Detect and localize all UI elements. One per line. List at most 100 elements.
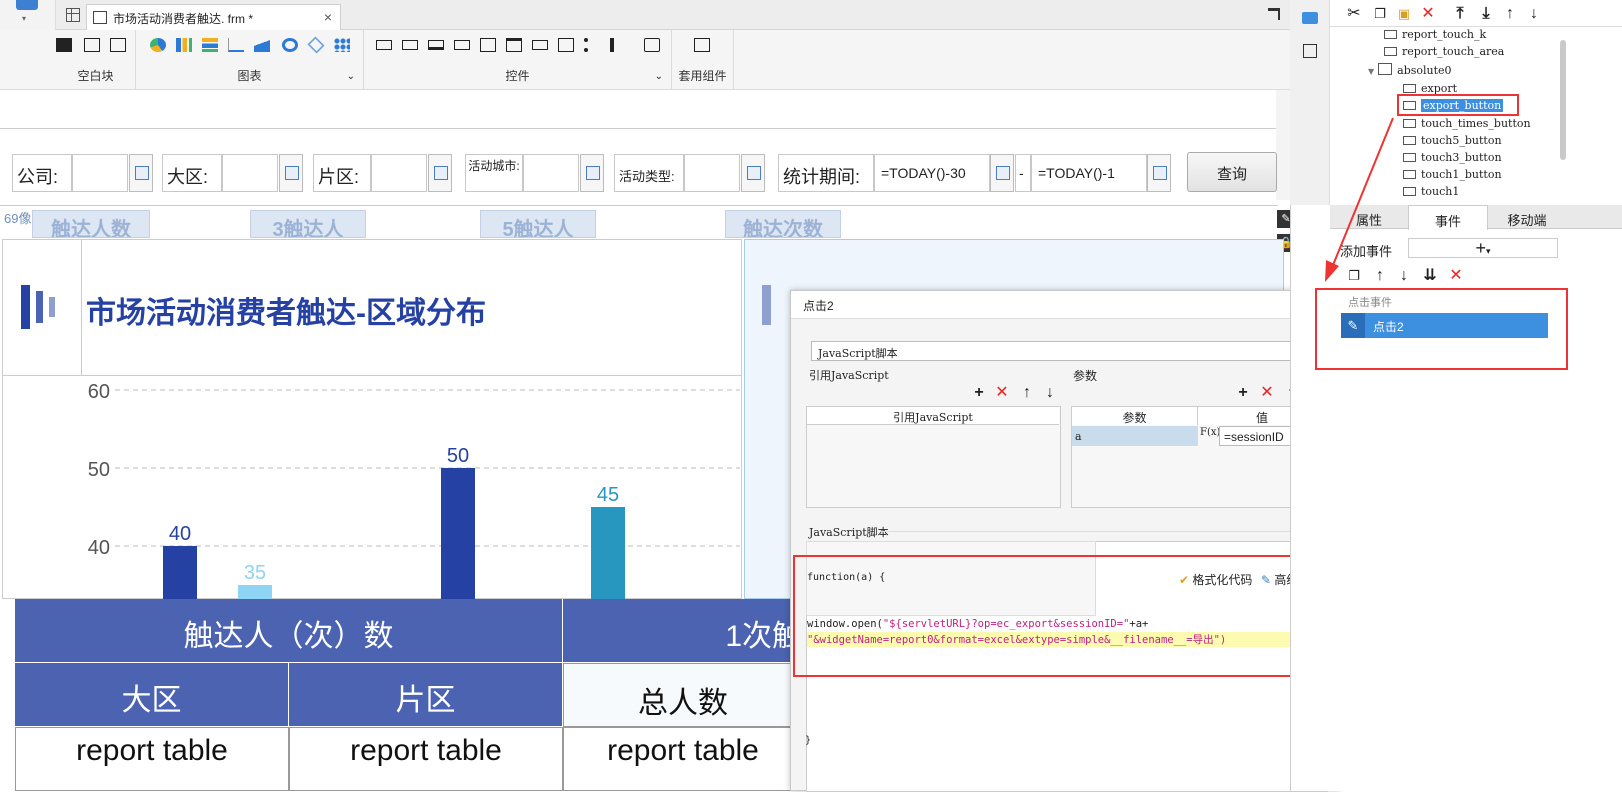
canvas-separator	[0, 205, 1278, 206]
tab-pill-touch-times[interactable]: 触达次数	[725, 210, 841, 238]
js-section-label: JavaScript脚本	[809, 526, 889, 539]
city-combo[interactable]	[523, 154, 579, 192]
component-icon[interactable]	[694, 38, 710, 52]
copy-icon[interactable]: ❐	[1372, 6, 1388, 22]
table-layout-icon[interactable]	[110, 38, 126, 52]
bar-chart-icon[interactable]	[176, 38, 192, 52]
line-chart-icon[interactable]	[228, 38, 244, 52]
horizontal-bar-icon[interactable]	[202, 38, 218, 52]
tab-mobile[interactable]: 移动端	[1488, 205, 1566, 229]
tab-pill-touch3[interactable]: 3触达人	[250, 210, 366, 238]
end-date-field[interactable]: =TODAY()-1	[1031, 154, 1147, 192]
y-tick-label: 60	[88, 381, 110, 403]
tab-pill-touch5[interactable]: 5触达人	[480, 210, 596, 238]
delete-icon[interactable]: ✕	[1259, 385, 1275, 401]
cut-icon[interactable]: ✂	[1346, 6, 1362, 22]
area-combo-button[interactable]	[428, 154, 452, 192]
region-label: 大区:	[162, 154, 222, 192]
delete-icon[interactable]: ✕	[1420, 6, 1436, 22]
area-combo[interactable]	[371, 154, 427, 192]
activity-type-combo-button[interactable]	[741, 154, 765, 192]
script-type-select[interactable]: JavaScript脚本	[811, 341, 1321, 361]
title-bar-icon-2	[762, 285, 771, 325]
city-combo-button[interactable]	[580, 154, 604, 192]
add-icon[interactable]: +	[1235, 385, 1251, 401]
search-widget-icon[interactable]	[644, 38, 660, 52]
move-up-icon[interactable]: ↑	[1502, 6, 1518, 22]
radio-widget-icon[interactable]	[584, 38, 600, 52]
data-label: 50	[447, 445, 469, 467]
company-combo[interactable]	[72, 154, 128, 192]
start-calendar-button[interactable]	[990, 154, 1014, 192]
scatter-icon[interactable]	[334, 38, 350, 52]
date-widget-icon[interactable]	[506, 38, 522, 52]
blank-block-group: 空白块	[56, 30, 136, 90]
grid-icon[interactable]	[66, 8, 80, 22]
delete-icon[interactable]: ✕	[994, 385, 1010, 401]
text-widget-icon[interactable]	[428, 40, 444, 50]
tree-scrollbar[interactable]	[1560, 40, 1566, 160]
area-label: 片区:	[313, 154, 371, 192]
pie-chart-icon[interactable]	[150, 38, 166, 52]
button-widget-icon[interactable]	[376, 40, 392, 50]
list-widget-icon[interactable]	[480, 38, 496, 52]
bar	[163, 546, 197, 600]
number-widget-icon[interactable]	[532, 40, 548, 50]
move-down-icon[interactable]: ↓	[1042, 385, 1058, 401]
bar	[238, 585, 272, 600]
region-combo-button[interactable]	[279, 154, 303, 192]
move-up-icon[interactable]: ↑	[1019, 385, 1035, 401]
tab-title: 市场活动消费者触达. frm *	[113, 12, 253, 26]
absolute-layout-icon[interactable]	[56, 38, 72, 52]
move-down-icon[interactable]: ↓	[1526, 6, 1542, 22]
formula-icon[interactable]: F(x)	[1200, 427, 1220, 438]
combo-widget-icon[interactable]	[454, 40, 470, 50]
chevron-down-icon[interactable]: ▾	[22, 14, 26, 23]
event-dialog: 点击2 JavaScript脚本 ⌄ 引用JavaScript 参数 + ✕ ↑…	[790, 290, 1340, 792]
widget-settings-icon[interactable]	[1303, 44, 1317, 58]
tree-item-absolute0[interactable]: ▼ absolute0	[1368, 63, 1452, 77]
table-cell-area: report table	[289, 727, 563, 791]
ref-js-label: 引用JavaScript	[809, 369, 889, 382]
split-layout-icon[interactable]	[84, 38, 100, 52]
expand-icon[interactable]: ▼	[1368, 67, 1374, 76]
component-tree-icon[interactable]	[1302, 12, 1318, 24]
y-tick-label: 50	[88, 459, 110, 481]
add-event-button[interactable]: +▾	[1408, 238, 1558, 258]
table-header-once: 1次触	[563, 599, 803, 663]
table-header-region: 大区	[15, 663, 289, 727]
tab-pill-touch-count[interactable]: 触达人数	[32, 210, 150, 238]
checkbox-widget-icon[interactable]	[610, 38, 626, 52]
delete-icon[interactable]: ✕	[1448, 268, 1464, 284]
move-top-icon[interactable]: ⤒	[1452, 6, 1468, 22]
company-combo-button[interactable]	[129, 154, 153, 192]
area-chart-icon[interactable]	[254, 38, 270, 52]
close-icon[interactable]: ×	[324, 9, 332, 25]
y-tick-label: 40	[88, 537, 110, 559]
data-label: 35	[244, 562, 266, 584]
end-calendar-button[interactable]	[1147, 154, 1171, 192]
param-name-cell[interactable]: a	[1072, 426, 1198, 446]
tab-document[interactable]: 市场活动消费者触达. frm * ×	[86, 4, 341, 30]
vertical-scrollbar[interactable]	[1276, 90, 1290, 200]
collapse-icon[interactable]	[1268, 8, 1280, 20]
chevron-down-icon[interactable]: ⌄	[347, 71, 355, 82]
query-button[interactable]: 查询	[1187, 152, 1277, 192]
move-bottom-icon[interactable]: ⤓	[1478, 6, 1494, 22]
label-widget-icon[interactable]	[402, 40, 418, 50]
tree-item-report-touch-k[interactable]: report_touch_k	[1384, 28, 1486, 41]
start-date-field[interactable]: =TODAY()-30	[874, 154, 990, 192]
textarea-widget-icon[interactable]	[558, 38, 574, 52]
radar-icon[interactable]	[307, 36, 325, 54]
ribbon-toolbar: 空白块 图表 ⌄ 控件 ⌄ 套用组件	[0, 30, 1340, 90]
gauge-icon[interactable]	[282, 38, 298, 52]
table-header-area: 片区	[289, 663, 563, 727]
chevron-down-icon[interactable]: ⌄	[655, 71, 663, 82]
region-combo[interactable]	[222, 154, 278, 192]
activity-type-combo[interactable]	[684, 154, 740, 192]
paste-icon[interactable]: ▣	[1396, 6, 1412, 22]
add-icon[interactable]: +	[971, 385, 987, 401]
tree-item-report-touch-area[interactable]: report_touch_area	[1384, 45, 1504, 58]
layout-icon	[1378, 63, 1393, 75]
app-icon[interactable]	[16, 0, 38, 10]
